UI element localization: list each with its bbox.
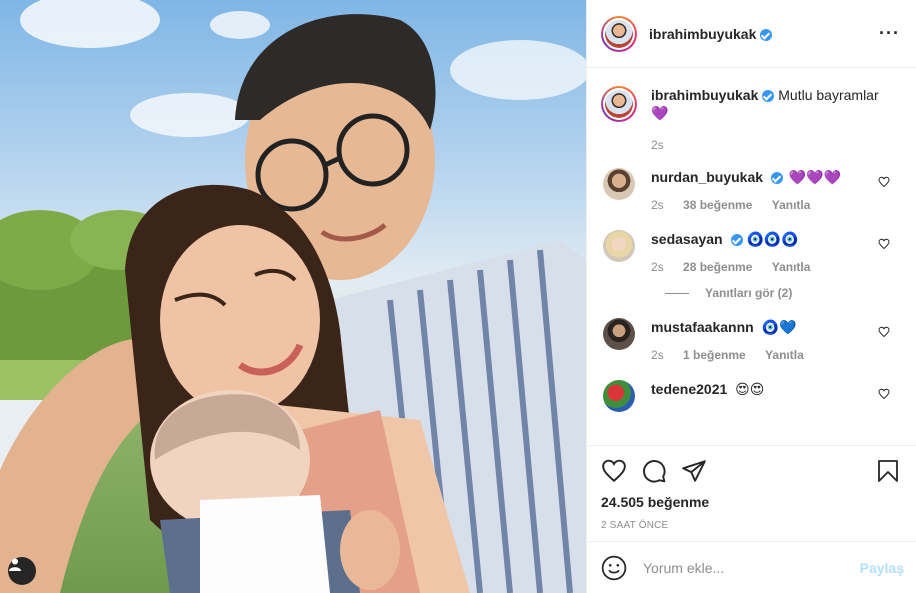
add-comment-bar: Paylaş [587, 541, 916, 593]
comment-text: 💜💜💜 [788, 169, 842, 185]
post-comment-button[interactable]: Paylaş [860, 560, 904, 576]
emoji-icon[interactable] [601, 555, 627, 581]
post-actions: 24.505 beğenme 2 SAAT ÖNCE [587, 445, 916, 541]
comment-like-heart-icon[interactable] [878, 238, 890, 250]
post-photo[interactable] [0, 0, 586, 593]
comment-item: sedasayan 🧿🧿🧿 2s 28 beğenme Yanıtla [601, 230, 900, 276]
commenter-username[interactable]: sedasayan [651, 231, 723, 247]
comments-section[interactable]: ibrahimbuyukak Mutlu bayramlar 💜 2s nurd… [587, 68, 916, 445]
comment-input[interactable] [641, 558, 860, 577]
verified-badge-icon [730, 234, 743, 247]
heart-icon[interactable] [601, 458, 627, 484]
comment-text: 🧿🧿🧿 [746, 231, 799, 247]
commenter-username[interactable]: mustafaakannn [651, 319, 754, 335]
comment-like-heart-icon[interactable] [878, 388, 890, 400]
comment-like-heart-icon[interactable] [878, 176, 890, 188]
post-timestamp[interactable]: 2 SAAT ÖNCE [601, 520, 900, 531]
comment-icon[interactable] [641, 458, 667, 484]
comment-likes[interactable]: 38 beğenme [683, 198, 752, 212]
comment-time[interactable]: 2s [651, 260, 664, 274]
commenter-username[interactable]: tedene2021 [651, 381, 727, 397]
verified-badge-icon [771, 172, 784, 185]
comment-text: 😍😍 [735, 381, 765, 397]
verified-badge-icon [760, 28, 773, 41]
comment-likes[interactable]: 1 beğenme [683, 348, 746, 362]
verified-badge-icon [762, 90, 775, 103]
comment-like-heart-icon[interactable] [878, 326, 890, 338]
caption-time[interactable]: 2s [651, 138, 664, 152]
comment-likes[interactable]: 28 beğenme [683, 260, 752, 274]
comment-time[interactable]: 2s [651, 198, 664, 212]
caption-text: Mutlu bayramlar [778, 87, 879, 103]
likes-count[interactable]: 24.505 beğenme [601, 494, 900, 510]
reply-button[interactable]: Yanıtla [772, 260, 811, 274]
author-username[interactable]: ibrahimbuyukak [649, 26, 773, 42]
commenter-avatar[interactable] [603, 380, 635, 412]
comment-text: 🧿💙 [761, 319, 797, 335]
reply-button[interactable]: Yanıtla [772, 198, 811, 212]
author-avatar[interactable] [601, 15, 637, 52]
bookmark-icon[interactable] [876, 458, 900, 484]
post-side-panel: ibrahimbuyukak ··· ibrahimbuyukak Mutlu … [586, 0, 916, 593]
more-options-icon[interactable]: ··· [879, 23, 900, 44]
post-header: ibrahimbuyukak ··· [587, 0, 916, 68]
family-photo-illustration [0, 0, 586, 593]
view-replies-button[interactable]: Yanıtları gör (2) [665, 286, 900, 300]
caption-emoji: 💜 [651, 105, 669, 121]
commenter-username[interactable]: nurdan_buyukak [651, 169, 763, 185]
commenter-avatar[interactable] [603, 318, 635, 350]
commenter-avatar[interactable] [603, 168, 635, 200]
instagram-post: ibrahimbuyukak ··· ibrahimbuyukak Mutlu … [0, 0, 916, 593]
post-caption: ibrahimbuyukak Mutlu bayramlar 💜 2s [601, 86, 900, 154]
user-tag-icon[interactable] [8, 557, 36, 585]
commenter-avatar[interactable] [603, 230, 635, 262]
reply-button[interactable]: Yanıtla [765, 348, 804, 362]
comment-time[interactable]: 2s [651, 348, 664, 362]
comment-item: nurdan_buyukak 💜💜💜 2s 38 beğenme Yanıtla [601, 168, 900, 214]
comment-item: tedene2021 😍😍 [601, 380, 900, 412]
comment-item: mustafaakannn 🧿💙 2s 1 beğenme Yanıtla [601, 318, 900, 364]
share-icon[interactable] [681, 458, 707, 484]
caption-author-avatar[interactable] [601, 86, 637, 122]
caption-author-username[interactable]: ibrahimbuyukak [651, 87, 758, 103]
